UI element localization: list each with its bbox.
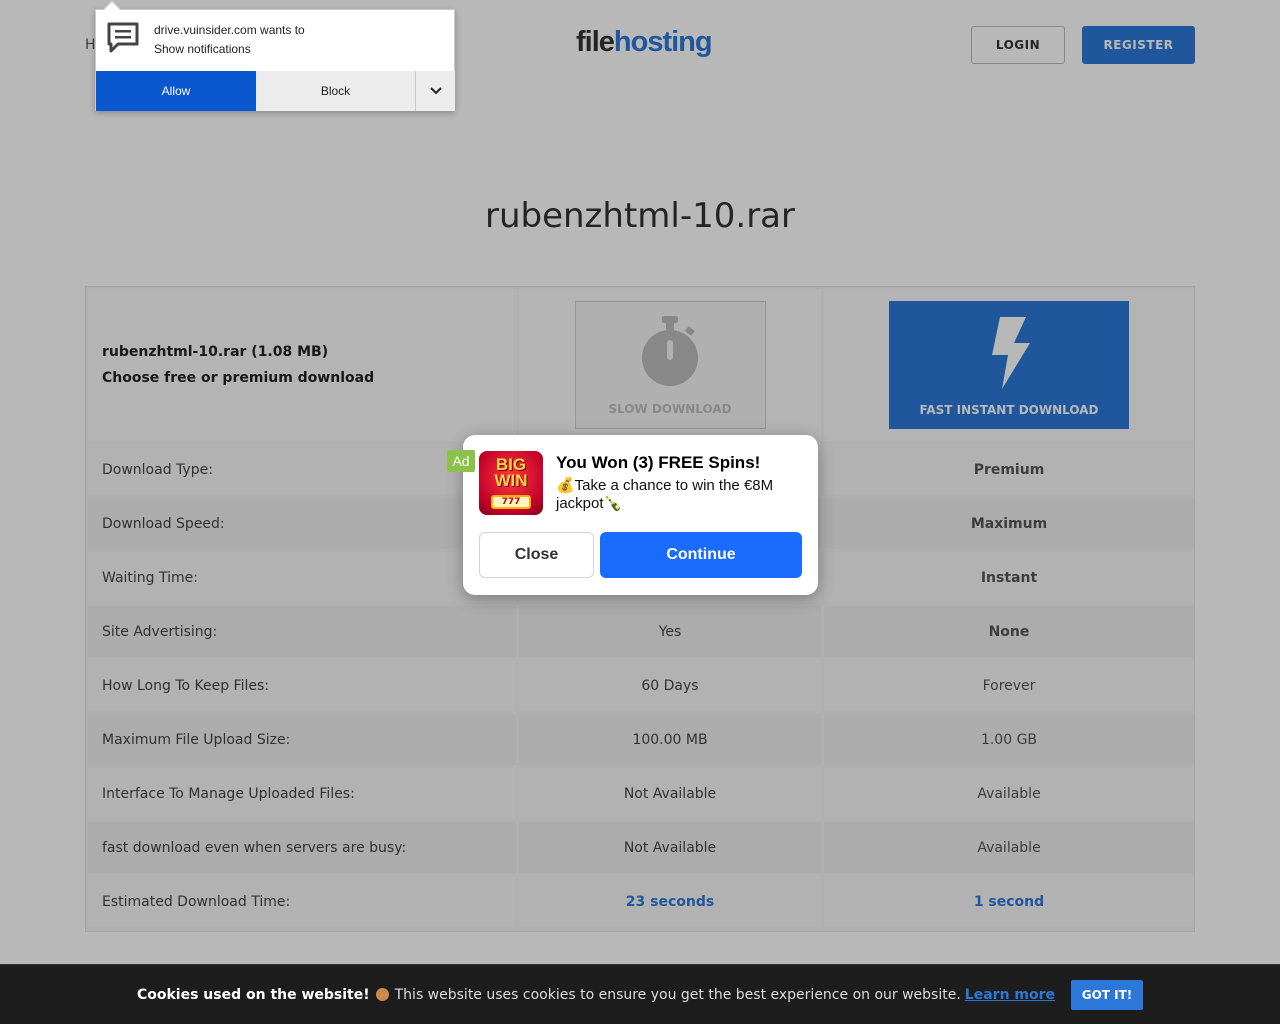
slot-reels: 777 bbox=[491, 495, 531, 509]
notification-options-button[interactable] bbox=[415, 71, 455, 111]
ad-title: You Won (3) FREE Spins! bbox=[556, 453, 761, 472]
ad-image-text: BIG WIN bbox=[479, 456, 543, 490]
got-it-button[interactable]: GOT IT! bbox=[1071, 979, 1144, 1010]
cookie-icon bbox=[375, 988, 389, 1001]
ad-popup: BIG WIN 777 You Won (3) FREE Spins! 💰Tak… bbox=[463, 435, 818, 595]
ad-image-win: WIN bbox=[494, 471, 528, 490]
big-win-slot-image[interactable]: BIG WIN 777 bbox=[479, 451, 543, 515]
notification-message: drive.vuinsider.com wants to Show notifi… bbox=[154, 21, 305, 59]
allow-button[interactable]: Allow bbox=[96, 71, 256, 111]
chat-bubble-icon bbox=[107, 22, 139, 53]
cookie-consent-bar: Cookies used on the website! This websit… bbox=[0, 964, 1280, 1024]
block-button[interactable]: Block bbox=[256, 71, 415, 111]
ad-continue-button[interactable]: Continue bbox=[600, 532, 802, 578]
ad-close-button[interactable]: Close bbox=[479, 532, 594, 578]
ad-description: 💰Take a chance to win the €8M jackpot🍾 bbox=[556, 477, 774, 512]
cookie-text: This website uses cookies to ensure you … bbox=[394, 986, 961, 1003]
learn-more-link[interactable]: Learn more bbox=[965, 987, 1055, 1003]
chevron-down-icon bbox=[429, 87, 442, 95]
notification-site-text: drive.vuinsider.com wants to bbox=[154, 23, 305, 37]
cookie-title: Cookies used on the website! bbox=[136, 986, 370, 1003]
notification-action-text: Show notifications bbox=[154, 42, 251, 56]
ad-badge: Ad bbox=[447, 450, 475, 472]
notification-permission-prompt: drive.vuinsider.com wants to Show notifi… bbox=[95, 0, 455, 111]
